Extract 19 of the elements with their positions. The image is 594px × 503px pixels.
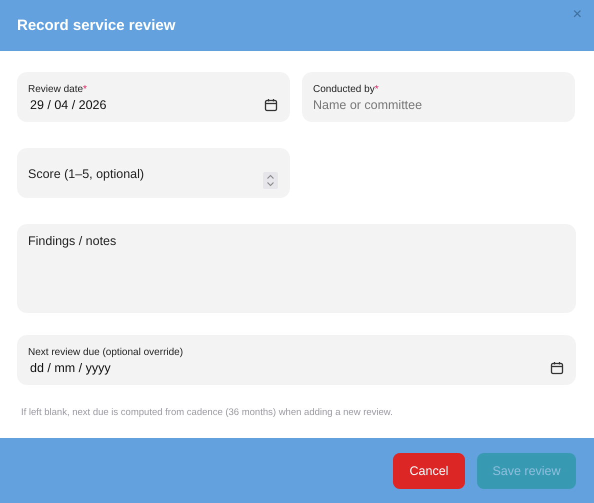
notes-field[interactable]: Findings / notes <box>17 224 576 313</box>
field-label: Findings / notes <box>28 234 118 248</box>
calendar-icon[interactable] <box>550 360 564 374</box>
dialog-title: Record service review <box>17 17 176 34</box>
spinner-icon[interactable] <box>263 172 278 189</box>
number-field[interactable]: Score (1–5, optional) <box>17 148 290 198</box>
input-field[interactable]: Conducted by* Name or committee <box>302 72 575 122</box>
cancel-button[interactable]: Cancel <box>393 452 465 488</box>
field-label: Score (1–5, optional) <box>28 166 144 180</box>
field-label: Next review due (optional override) <box>28 346 184 358</box>
field-label: Review date* <box>28 84 88 94</box>
calendar-icon[interactable] <box>264 98 278 112</box>
date-field[interactable]: Next review due (optional override) dd / mm / yyyy <box>17 335 576 385</box>
field-value: dd / mm / yyyy <box>29 360 111 374</box>
date-field[interactable]: Review date* 29 / 04 / 2026 <box>17 72 290 122</box>
field-placeholder: Name or committee <box>313 98 422 112</box>
hint-text: If left blank, next due is computed from cadence (36 months) when adding a new review. <box>21 407 394 418</box>
field-value: 29 / 04 / 2026 <box>29 98 106 112</box>
field-label: Conducted by* <box>313 84 380 94</box>
